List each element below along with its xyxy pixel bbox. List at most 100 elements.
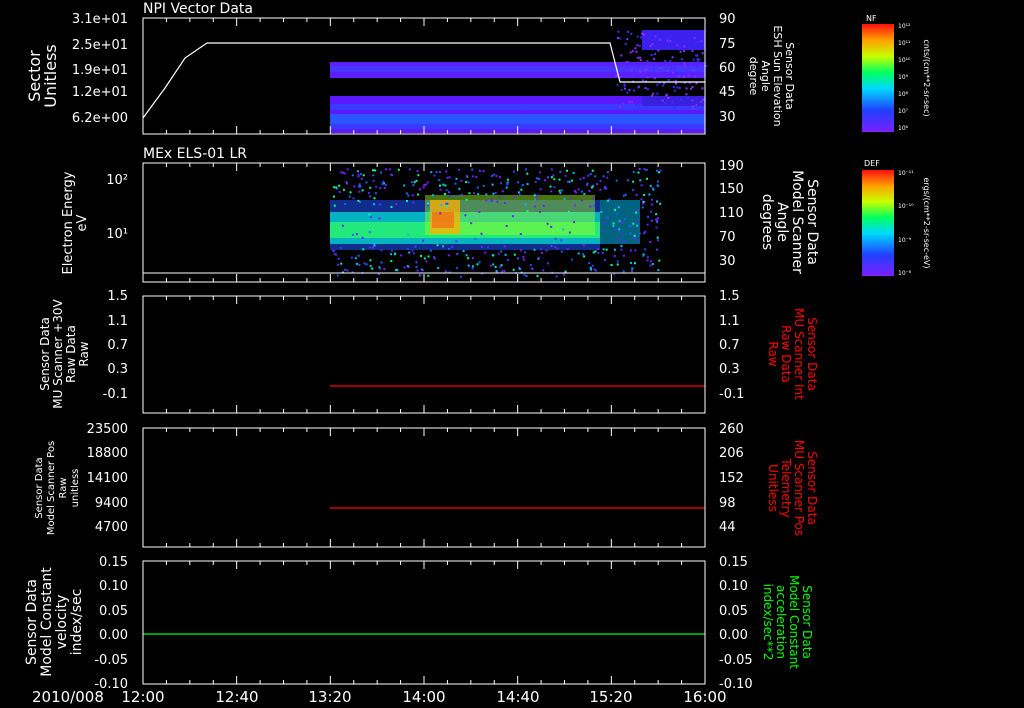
heatmap-pixel	[635, 211, 638, 214]
heatmap-pixel	[517, 191, 520, 194]
plot-canvas: NPI Vector Data MEx ELS-01 LR 3.1e+01 2.…	[24, 1, 931, 706]
heatmap-pixel	[596, 183, 599, 185]
heatmap-pixel	[538, 177, 541, 180]
heatmap-pixel	[567, 180, 569, 183]
heatmap-pixel	[570, 197, 573, 200]
heatmap-pixel	[692, 107, 695, 110]
heatmap-pixel	[640, 36, 642, 39]
heatmap-pixel	[671, 100, 674, 103]
heatmap-pixel	[539, 171, 542, 174]
heatmap-pixel	[695, 103, 698, 106]
heatmap-pixel	[512, 215, 514, 218]
heatmap-pixel	[636, 56, 639, 59]
heatmap-pixel	[616, 238, 619, 241]
heatmap-pixel	[448, 176, 451, 179]
heatmap-pixel	[406, 247, 409, 250]
heatmap-pixel	[642, 200, 645, 203]
heatmap-pixel	[558, 189, 561, 192]
heatmap-pixel	[618, 220, 621, 223]
heatmap-pixel	[574, 190, 576, 193]
heatmap-pixel	[368, 213, 371, 216]
heatmap-pixel	[417, 193, 420, 196]
heatmap-pixel	[419, 188, 421, 191]
heatmap-pixel	[562, 228, 565, 231]
heatmap-pixel	[646, 256, 649, 259]
heatmap-pixel	[656, 239, 659, 242]
heatmap-pixel	[493, 173, 495, 176]
axis-title-line: Sensor Data	[34, 457, 45, 518]
heatmap-pixel	[655, 248, 658, 251]
p5-left-tick: 0.10	[99, 579, 128, 594]
heatmap-pixel	[467, 257, 470, 260]
heatmap-pixel	[390, 253, 393, 256]
colorbar1-unit: cnts/(cm**2-sr-sec)	[922, 39, 931, 116]
heatmap-pixel	[622, 194, 625, 197]
p2-right-tick: 190	[719, 159, 744, 174]
p2-left-title: Electron Energy eV	[61, 171, 90, 274]
heatmap-pixel	[416, 170, 419, 173]
heatmap-pixel	[627, 30, 629, 33]
heatmap-pixel	[555, 275, 558, 278]
heatmap-pixel	[537, 256, 540, 259]
heatmap-pixel	[624, 87, 626, 90]
heatmap-pixel	[680, 62, 683, 65]
heatmap-pixel	[429, 249, 432, 252]
heatmap-pixel	[369, 216, 372, 218]
heatmap-pixel	[523, 273, 526, 276]
axis-title-line: Sensor Data	[800, 585, 814, 659]
heatmap-pixel	[701, 52, 704, 55]
heatmap-pixel	[380, 261, 383, 264]
heatmap-pixel	[504, 202, 507, 204]
heatmap-pixel	[568, 231, 571, 234]
heatmap-pixel	[682, 75, 685, 78]
axis-title-line: Unitless	[766, 464, 780, 512]
heatmap-pixel	[592, 197, 594, 200]
heatmap-pixel	[471, 265, 474, 268]
heatmap-pixel	[349, 191, 352, 194]
heatmap-pixel	[605, 187, 608, 190]
heatmap-pixel	[647, 215, 649, 218]
heatmap-pixel	[458, 187, 461, 190]
p2-left-tick: 10²	[106, 173, 128, 188]
p1-left-tick: 1.9e+01	[72, 63, 128, 78]
heatmap-pixel	[591, 169, 594, 172]
heatmap-pixel	[443, 193, 446, 195]
heatmap-pixel	[374, 169, 377, 172]
heatmap-pixel	[518, 267, 521, 270]
heatmap-pixel	[521, 184, 524, 186]
heatmap-pixel	[372, 203, 375, 206]
heatmap-pixel	[361, 236, 364, 239]
heatmap-pixel	[635, 193, 638, 196]
axis-title-line: Raw Data	[64, 325, 78, 383]
heatmap-pixel	[448, 195, 451, 198]
p1-right-tick: 90	[719, 12, 736, 27]
heatmap-pixel	[478, 211, 481, 213]
heatmap-pixel	[640, 184, 643, 187]
heatmap-pixel	[485, 199, 488, 202]
heatmap-pixel	[608, 198, 611, 201]
heatmap-pixel	[620, 248, 623, 251]
heatmap-pixel	[476, 263, 479, 266]
heatmap-pixel	[426, 181, 429, 184]
heatmap-pixel	[439, 171, 442, 173]
heatmap-pixel	[600, 229, 603, 232]
heatmap-pixel	[494, 192, 497, 194]
heatmap-pixel	[351, 233, 354, 236]
heatmap-pixel	[512, 268, 515, 271]
time-tick: 14:40	[496, 688, 539, 706]
axis-title-line: MU Scanner Int	[792, 308, 806, 400]
heatmap-pixel	[478, 261, 481, 264]
heatmap-pixel	[372, 179, 375, 182]
axis-title-line: eV	[75, 214, 90, 231]
heatmap-pixel	[533, 205, 536, 208]
p2-right-title: Sensor Data Model Scanner Angle degrees	[759, 170, 820, 274]
p1-right-tick: 30	[719, 110, 736, 125]
heatmap-pixel	[687, 74, 690, 77]
heatmap-pixel	[560, 239, 563, 242]
heatmap-pixel	[593, 204, 595, 207]
p4-left-tick: 4700	[95, 520, 128, 535]
heatmap-pixel	[620, 88, 623, 91]
heatmap-pixel	[599, 188, 602, 191]
heatmap-pixel	[355, 262, 358, 265]
heatmap-pixel	[369, 265, 372, 268]
